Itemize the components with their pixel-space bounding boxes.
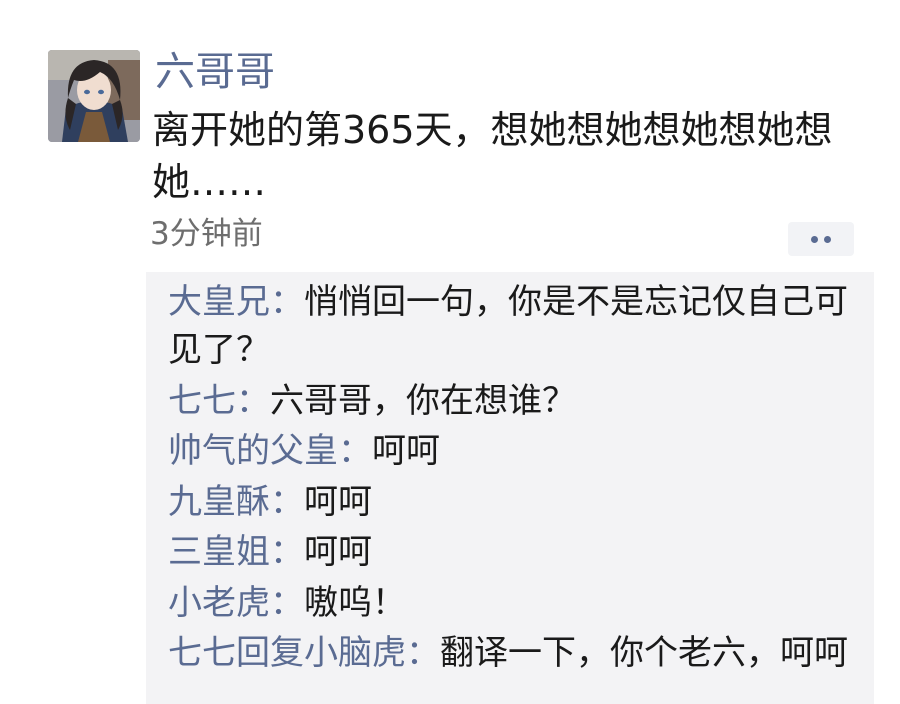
comment-item[interactable]: 九皇酥：呵呵 bbox=[168, 478, 856, 526]
comment-separator: ： bbox=[270, 582, 304, 623]
more-dots-icon bbox=[824, 236, 831, 243]
comment-item[interactable]: 七七回复小脑虎：翻译一下，你个老六，呵呵 bbox=[168, 629, 856, 677]
comment-separator: ： bbox=[270, 532, 304, 572]
moments-post: 六哥哥 离开她的第365天，想她想她想她想她想她…… 3分钟前 大皇兄：悄悄回一… bbox=[0, 0, 900, 704]
comment-author[interactable]: 七七回复小脑虎 bbox=[168, 633, 406, 673]
comment-separator: ： bbox=[270, 481, 304, 522]
comment-item[interactable]: 七七：六哥哥，你在想谁？ bbox=[168, 377, 856, 425]
comment-separator: ： bbox=[270, 282, 304, 322]
avatar-image bbox=[48, 50, 140, 142]
comment-text: 呵呵 bbox=[304, 532, 372, 572]
comment-text: 嗷呜！ bbox=[304, 582, 406, 623]
comment-author[interactable]: 七七 bbox=[168, 381, 236, 421]
more-actions-button[interactable] bbox=[788, 222, 854, 256]
comment-author[interactable]: 帅气的父皇 bbox=[168, 431, 338, 471]
comment-author[interactable]: 小老虎 bbox=[168, 583, 270, 623]
comment-text: 翻译一下，你个老六，呵呵 bbox=[440, 633, 848, 673]
comment-item[interactable]: 帅气的父皇：呵呵 bbox=[168, 427, 856, 475]
more-dots-icon bbox=[811, 236, 818, 243]
comment-text: 六哥哥，你在想谁？ bbox=[270, 380, 576, 421]
author-avatar[interactable] bbox=[48, 50, 140, 142]
comment-item[interactable]: 大皇兄：悄悄回一句，你是不是忘记仅自己可见了？ bbox=[168, 278, 856, 374]
comment-author[interactable]: 三皇姐 bbox=[168, 532, 270, 572]
post-author-name[interactable]: 六哥哥 bbox=[155, 44, 275, 100]
comment-separator: ： bbox=[338, 431, 372, 471]
comment-item[interactable]: 三皇姐：呵呵 bbox=[168, 528, 856, 576]
comment-text: 呵呵 bbox=[304, 481, 372, 522]
comments-panel: 大皇兄：悄悄回一句，你是不是忘记仅自己可见了？ 七七：六哥哥，你在想谁？ 帅气的… bbox=[146, 272, 874, 704]
comment-item[interactable]: 小老虎：嗷呜！ bbox=[168, 579, 856, 627]
comment-separator: ： bbox=[236, 380, 270, 421]
comment-separator: ： bbox=[406, 633, 440, 673]
post-text: 离开她的第365天，想她想她想她想她想她…… bbox=[152, 108, 833, 204]
comment-text: 呵呵 bbox=[372, 431, 440, 471]
comment-author[interactable]: 大皇兄 bbox=[168, 282, 270, 322]
post-timestamp: 3分钟前 bbox=[150, 216, 263, 252]
comment-author[interactable]: 九皇酥 bbox=[168, 482, 270, 522]
